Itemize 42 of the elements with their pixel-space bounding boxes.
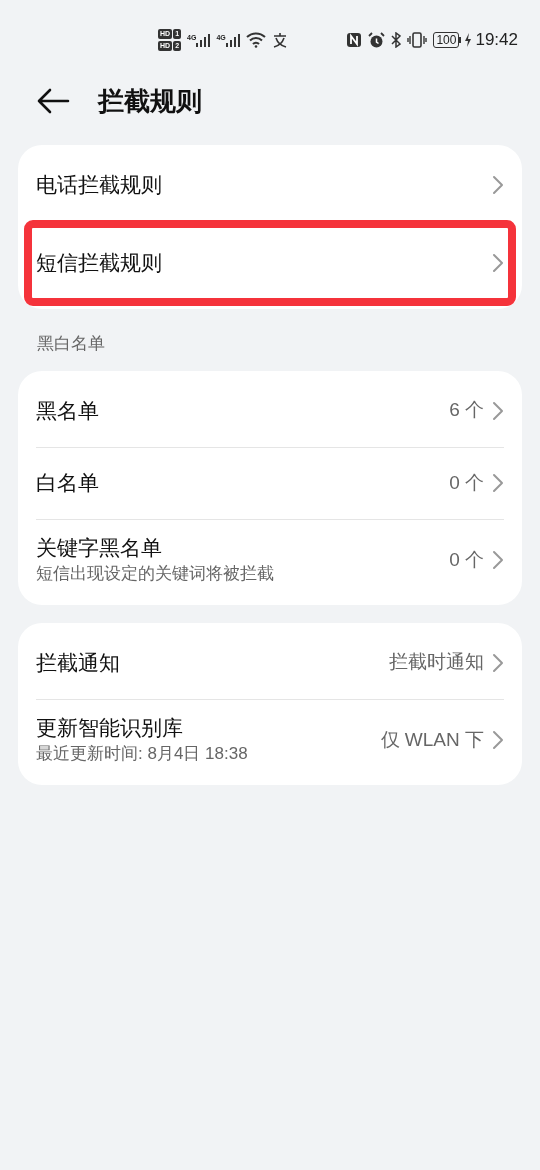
signal-icon (196, 33, 211, 47)
nfc-icon (346, 32, 363, 48)
row-title: 电话拦截规则 (36, 172, 162, 198)
row-value: 0 个 (449, 470, 484, 495)
wifi-icon (245, 32, 266, 48)
battery-indicator: 100 (433, 32, 462, 48)
settings-row[interactable]: 黑名单 6 个 (36, 374, 504, 447)
row-title: 白名单 (36, 470, 99, 496)
vibrate-icon (407, 32, 428, 48)
chevron-icon (492, 175, 504, 195)
clock: 19:42 (475, 29, 518, 52)
row-title: 黑名单 (36, 397, 99, 424)
back-icon[interactable] (36, 88, 70, 114)
row-value: 0 个 (449, 547, 484, 572)
row-value: 6 个 (449, 398, 484, 423)
settings-row[interactable]: 更新智能识别库 最近更新时间: 8月4日 18:38 仅 WLAN 下 (36, 698, 504, 781)
chevron-icon (492, 730, 504, 750)
settings-row[interactable]: 短信拦截规则 (31, 227, 509, 299)
row-subtitle: 最近更新时间: 8月4日 18:38 (36, 743, 248, 765)
chevron-icon (492, 550, 504, 570)
row-value: 仅 WLAN 下 (380, 727, 484, 752)
charging-icon (464, 33, 473, 47)
row-value: 拦截时通知 (389, 650, 484, 675)
settings-row[interactable]: 拦截通知 拦截时通知 (36, 626, 504, 699)
row-title: 更新智能识别库 (36, 715, 184, 741)
section-header: 黑白名单 (36, 333, 106, 355)
settings-row[interactable]: 白名单 0 个 (36, 446, 504, 519)
settings-row[interactable]: 关键字黑名单 短信出现设定的关键词将被拦截 0 个 (36, 518, 504, 601)
settings-row[interactable]: 电话拦截规则 (36, 149, 504, 221)
row-title: 拦截通知 (36, 649, 120, 676)
chevron-icon (492, 253, 504, 273)
bluetooth-icon (391, 32, 402, 48)
alarm-icon (368, 31, 386, 49)
row-title: 关键字黑名单 (36, 535, 163, 561)
row-subtitle: 短信出现设定的关键词将被拦截 (36, 563, 274, 585)
chevron-icon (492, 473, 504, 493)
row-title: 短信拦截规则 (36, 250, 162, 276)
chevron-icon (492, 400, 504, 421)
page-title: 拦截规则 (98, 84, 202, 118)
signal-icon (225, 33, 240, 47)
chevron-icon (492, 652, 504, 673)
translate-icon (271, 32, 288, 48)
